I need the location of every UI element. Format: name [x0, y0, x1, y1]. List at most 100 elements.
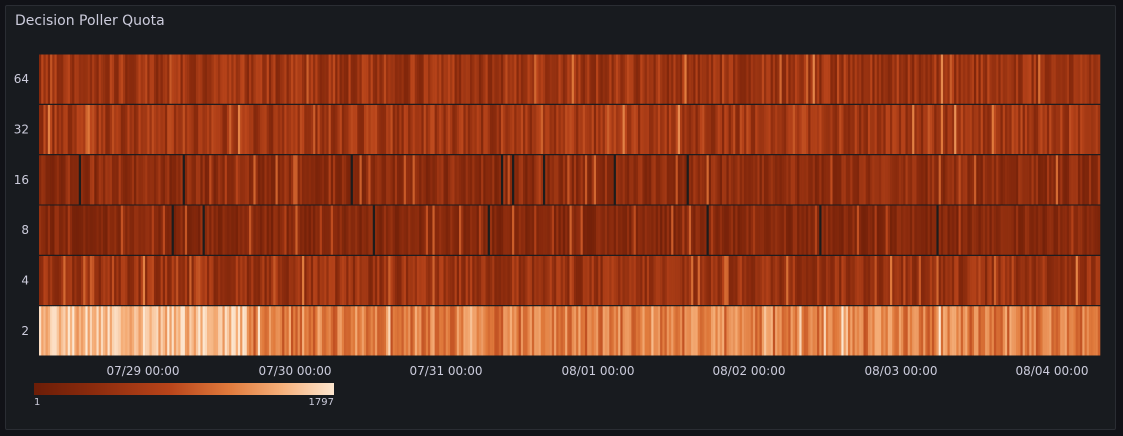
heatmap-cell [962, 306, 966, 356]
heatmap-cell [454, 306, 458, 356]
heatmap-cell [1097, 155, 1101, 205]
heatmap-cell [962, 205, 966, 255]
heatmap-cell [103, 155, 106, 205]
heatmap-cell [839, 54, 842, 104]
heatmap-cell [907, 306, 911, 356]
heatmap-cell [111, 54, 115, 104]
heatmap-cell [432, 155, 435, 205]
heatmap-cell [1044, 54, 1048, 104]
heatmap-cell [746, 104, 749, 155]
heatmap-cell [803, 54, 807, 104]
heatmap-cell [836, 54, 840, 104]
heatmap-cell [974, 306, 977, 356]
heatmap-cell [198, 306, 201, 356]
heatmap-cell [1062, 205, 1065, 255]
heatmap-cell [945, 155, 948, 205]
heatmap-cell [472, 54, 475, 104]
heatmap-cell [96, 104, 99, 155]
heatmap-cell [1051, 306, 1054, 356]
heatmap-cell [929, 306, 933, 356]
heatmap-cell [695, 205, 698, 255]
heatmap-cell [817, 205, 820, 255]
heatmap-cell [463, 306, 466, 356]
heatmap-cell [337, 306, 340, 356]
heatmap-cell [492, 306, 495, 356]
heatmap-cell [494, 54, 497, 104]
heatmap-cell [978, 155, 981, 205]
heatmap-cell [423, 205, 427, 255]
heatmap-cell [218, 104, 221, 155]
heatmap-cell [173, 306, 177, 356]
heatmap-cell [728, 205, 732, 255]
heatmap-cell [620, 104, 623, 155]
heatmap-cell [222, 306, 225, 356]
heatmap-cell [642, 205, 645, 255]
heatmap-cell [951, 306, 955, 356]
heatmap-cell [233, 306, 237, 356]
heatmap-cell [246, 306, 250, 356]
heatmap-cell [978, 205, 981, 255]
heatmap-cell [45, 205, 49, 255]
heatmap-cell [834, 255, 838, 306]
heatmap-cell [211, 306, 214, 356]
heatmap-cell [348, 255, 351, 306]
heatmap-cell [260, 205, 263, 255]
heatmap-cell [722, 104, 725, 155]
heatmap-cell [569, 155, 573, 205]
heatmap-cell [242, 306, 245, 356]
heatmap-cell [938, 54, 942, 104]
heatmap-cell [344, 205, 347, 255]
heatmap-cell [332, 255, 336, 306]
heatmap-cell [790, 205, 794, 255]
heatmap-cell [823, 255, 827, 306]
heatmap-cell [706, 306, 710, 356]
heatmap-cell [722, 306, 725, 356]
heatmap-cell [653, 205, 657, 255]
heatmap-cell [153, 104, 157, 155]
heatmap-cell [927, 104, 931, 155]
heatmap-cell [445, 104, 449, 155]
heatmap-cell [536, 205, 539, 255]
heatmap-cell [567, 205, 570, 255]
heatmap-cell [925, 54, 928, 104]
heatmap-cell [856, 54, 860, 104]
heatmap-cell [653, 104, 657, 155]
heatmap-cell [173, 155, 177, 205]
heatmap-cell [116, 255, 119, 306]
heatmap-cell [713, 54, 716, 104]
heatmap-cell [348, 306, 351, 356]
heatmap-cell [489, 255, 493, 306]
heatmap-cell [584, 255, 588, 306]
heatmap-cell [989, 104, 992, 155]
heatmap-cell [87, 104, 91, 155]
heatmap-cell [675, 104, 679, 155]
heatmap-cell [562, 255, 566, 306]
heatmap-cell [534, 255, 537, 306]
heatmap-cell [638, 255, 641, 306]
heatmap-cell [635, 104, 639, 155]
heatmap-cell [569, 104, 573, 155]
heatmap-cell [940, 155, 944, 205]
heatmap-cell [604, 54, 608, 104]
heatmap-cell [302, 54, 305, 104]
heatmap-cell [436, 306, 440, 356]
heatmap-cell [257, 205, 261, 255]
heatmap-cell [498, 306, 502, 356]
heatmap-cell [61, 255, 64, 306]
heatmap-cell [465, 104, 469, 155]
heatmap-cell [865, 255, 869, 306]
heatmap-cell [580, 255, 584, 306]
heatmap-cell [706, 205, 710, 255]
heatmap-cell [582, 205, 586, 255]
heatmap-cell [801, 54, 805, 104]
heatmap-cell [989, 54, 992, 104]
heatmap-cell [481, 104, 484, 155]
heatmap-cell [268, 104, 272, 155]
heatmap-cell [229, 205, 232, 255]
heatmap-cell [401, 104, 405, 155]
heatmap-cell [1069, 155, 1072, 205]
heatmap-cell [611, 155, 615, 205]
heatmap-cell [733, 54, 736, 104]
heatmap-chart[interactable]: 64321684207/29 00:00 07/30 00:00 07/31 00:… [0, 0, 1123, 436]
heatmap-cell [114, 306, 117, 356]
